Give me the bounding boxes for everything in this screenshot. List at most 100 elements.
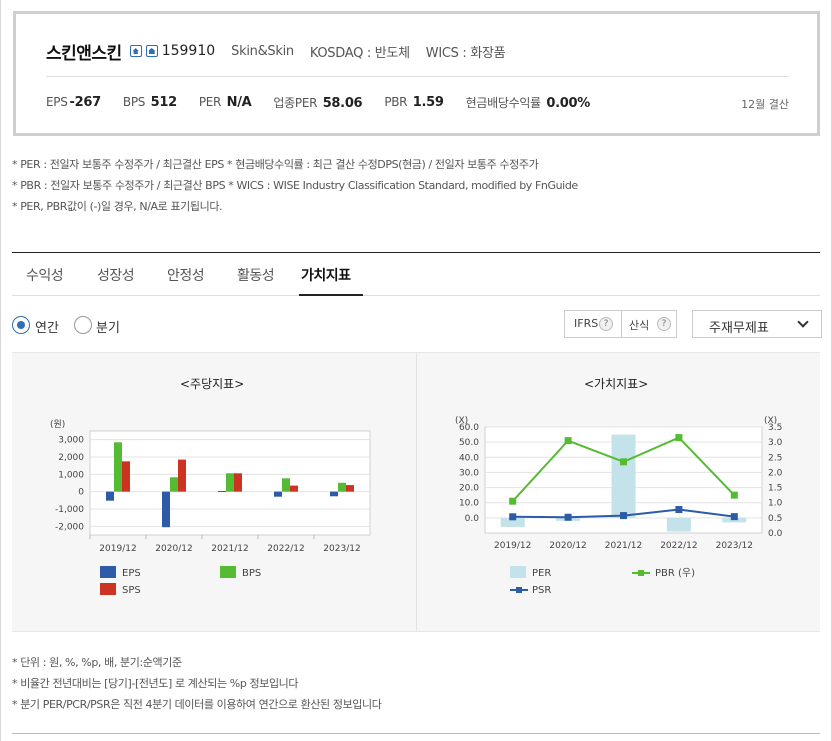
indicator-tabs: 수익성 성장성 안정성 활동성 가치지표 bbox=[12, 253, 820, 296]
ifrs-calc-group: IFRS ? 산식 ? bbox=[564, 310, 677, 338]
x-tick-label: 2022/12 bbox=[660, 541, 697, 551]
radio-quarterly[interactable] bbox=[74, 316, 92, 334]
point-psr bbox=[509, 513, 517, 521]
legend-label-psr: PSR bbox=[532, 585, 551, 596]
bar-bps bbox=[114, 442, 122, 492]
legend-swatch-bps bbox=[220, 566, 236, 578]
metric-value: 512 bbox=[150, 95, 178, 110]
x-tick-label: 2022/12 bbox=[267, 544, 304, 554]
metric-value: -267 bbox=[69, 95, 102, 110]
y-left-tick-label: 30.0 bbox=[459, 468, 479, 478]
legend-swatch-eps bbox=[100, 566, 116, 578]
disclosure-icon[interactable] bbox=[145, 45, 158, 57]
metric-eps: EPS -267 bbox=[46, 95, 101, 110]
bar-sps bbox=[290, 485, 298, 492]
calc-label[interactable]: 산식 bbox=[629, 317, 649, 333]
metric-value: N/A bbox=[226, 95, 252, 110]
company-code: 159910 bbox=[161, 43, 216, 59]
bar-bps bbox=[170, 477, 178, 492]
x-tick-label: 2021/12 bbox=[605, 541, 642, 551]
y-left-tick-label: 40.0 bbox=[459, 453, 479, 463]
y-right-tick-label: 1.5 bbox=[768, 484, 782, 494]
y-left-tick-label: 50.0 bbox=[459, 438, 479, 448]
radio-annual-label[interactable]: 연간 bbox=[35, 317, 59, 336]
tab-value-indicators[interactable]: 가치지표 bbox=[301, 265, 351, 285]
tab-activity[interactable]: 활동성 bbox=[237, 265, 275, 285]
tab-profitability[interactable]: 수익성 bbox=[26, 265, 64, 285]
y-left-tick-label: 20.0 bbox=[459, 484, 479, 494]
metric-label: PBR bbox=[384, 95, 408, 109]
ifrs-label[interactable]: IFRS bbox=[574, 317, 598, 330]
bar-eps bbox=[162, 491, 170, 528]
bar-bps bbox=[282, 478, 290, 492]
tab-growth[interactable]: 성장성 bbox=[97, 265, 135, 285]
bar-eps bbox=[218, 490, 226, 492]
calc-help-icon[interactable]: ? bbox=[657, 317, 671, 331]
note-line: * 분기 PER/PCR/PSR은 직전 4분기 데이터를 이용하여 연간으로 … bbox=[12, 698, 382, 711]
metric-label: EPS bbox=[46, 95, 68, 109]
company-name-row: 스킨앤스킨 159910 Skin&Skin KOSDAQ : 반도체 WICS… bbox=[46, 38, 506, 64]
bar-sps bbox=[234, 473, 242, 492]
bar-per bbox=[611, 434, 636, 518]
y-right-axis-label: (X) bbox=[764, 416, 777, 426]
table-header-edge bbox=[12, 733, 820, 734]
legend-swatch-per bbox=[510, 566, 526, 578]
card-divider bbox=[46, 76, 789, 77]
x-tick-label: 2023/12 bbox=[323, 544, 360, 554]
statement-select[interactable]: 주재무제표 bbox=[692, 310, 822, 338]
metric-label: 업종PER bbox=[273, 96, 318, 110]
point-psr bbox=[730, 513, 738, 521]
statement-select-value: 주재무제표 bbox=[709, 321, 769, 336]
x-tick-label: 2021/12 bbox=[211, 544, 248, 554]
active-tab-underline bbox=[299, 294, 363, 296]
chart-panels: <주당지표> <가치지표> 3,000 2,000 1,000 0 -1,000 -2,0… bbox=[12, 352, 820, 632]
metric-value: 0.00% bbox=[546, 96, 590, 111]
metric-dividend-yield: 현금배당수익률 0.00% bbox=[465, 94, 591, 111]
y-tick-label: 2,000 bbox=[58, 453, 84, 463]
y-right-tick-label: 0.5 bbox=[768, 514, 782, 524]
company-market: KOSDAQ : 반도체 bbox=[309, 45, 410, 61]
metrics-row: EPS -267 BPS 512 PER N/A 업종PER 58.06 PBR … bbox=[46, 94, 612, 111]
bar-eps bbox=[274, 491, 282, 497]
point-psr bbox=[675, 506, 683, 514]
y-tick-label: 3,000 bbox=[58, 436, 84, 446]
y-left-axis-label: (X) bbox=[455, 416, 468, 426]
bar-bps bbox=[338, 482, 346, 492]
definition-notes: * PER : 전일자 보통주 수정주가 / 최근결산 EPS * 현금배당수익… bbox=[12, 154, 578, 217]
y-tick-label: -1,000 bbox=[55, 505, 84, 515]
metric-sector-per: 업종PER 58.06 bbox=[273, 94, 362, 111]
radio-quarterly-label[interactable]: 분기 bbox=[96, 317, 120, 336]
point-psr bbox=[564, 513, 572, 521]
chevron-down-icon bbox=[797, 316, 809, 328]
ifrs-help-icon[interactable]: ? bbox=[599, 317, 613, 331]
legend-label-per: PER bbox=[532, 568, 551, 579]
note-line: * PBR : 전일자 보통주 수정주가 / 최근결산 BPS * WICS :… bbox=[12, 179, 578, 192]
metric-per: PER N/A bbox=[199, 95, 252, 110]
y-axis-label: (원) bbox=[50, 419, 65, 430]
y-right-tick-label: 1.0 bbox=[768, 499, 783, 509]
x-tick-label: 2020/12 bbox=[155, 544, 192, 554]
metric-label: 현금배당수익률 bbox=[465, 96, 541, 110]
radio-annual[interactable] bbox=[12, 316, 30, 334]
bar-eps bbox=[330, 491, 338, 497]
bar-per bbox=[666, 517, 691, 532]
x-tick-label: 2020/12 bbox=[549, 541, 586, 551]
x-tick-label: 2019/12 bbox=[494, 541, 531, 551]
bar-sps bbox=[122, 461, 130, 492]
y-left-tick-label: 10.0 bbox=[459, 499, 479, 509]
note-line: * PER, PBR값이 (-)일 경우, N/A로 표기됩니다. bbox=[12, 200, 223, 213]
metric-bps: BPS 512 bbox=[123, 95, 177, 110]
home-icon[interactable] bbox=[129, 45, 142, 57]
unit-notes: * 단위 : 원, %, %p, 배, 분기:순액기준 * 비율간 전년대비는 … bbox=[12, 652, 382, 715]
tab-stability[interactable]: 안정성 bbox=[167, 265, 205, 285]
company-english-name: Skin&Skin bbox=[231, 43, 294, 59]
value-indicator-chart: 60.050.040.030.020.010.00.03.53.02.52.01… bbox=[455, 416, 783, 596]
note-line: * 비율간 전년대비는 [당기]-[전년도] 로 계산되는 %p 정보입니다 bbox=[12, 677, 299, 690]
point-pbr bbox=[730, 491, 738, 499]
y-right-tick-label: 3.0 bbox=[768, 438, 783, 448]
bar-sps bbox=[178, 459, 186, 492]
legend-label-sps: SPS bbox=[122, 585, 141, 596]
per-share-chart: 3,000 2,000 1,000 0 -1,000 -2,000 (원) 2019/12 20… bbox=[50, 419, 371, 596]
bar-eps bbox=[106, 491, 114, 501]
note-line: * PER : 전일자 보통주 수정주가 / 최근결산 EPS * 현금배당수익… bbox=[12, 158, 539, 171]
